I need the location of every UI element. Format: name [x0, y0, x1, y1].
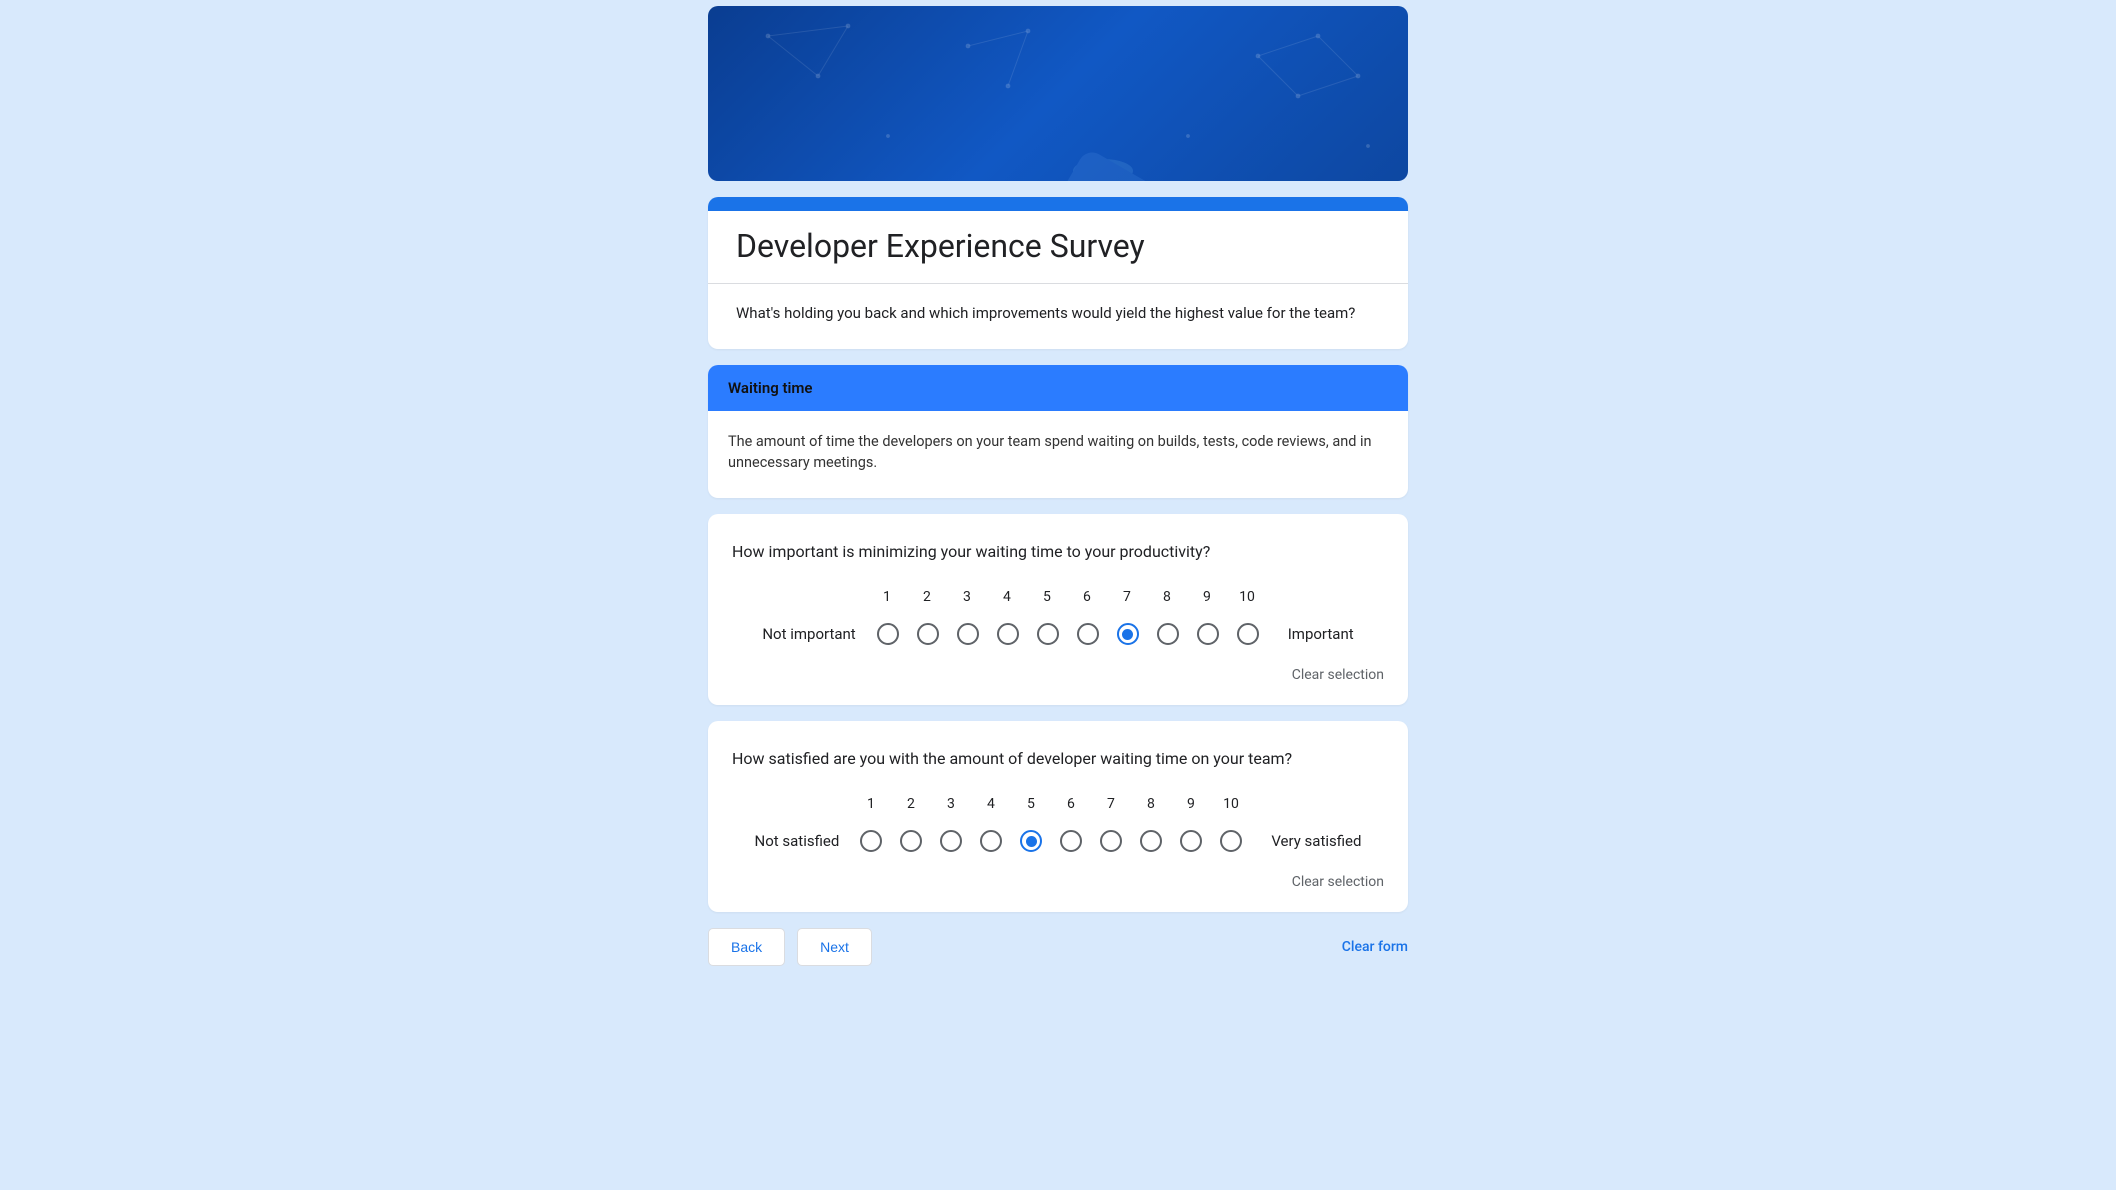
scale-num-3: 3 — [947, 589, 987, 605]
scale-num-8: 8 — [1147, 589, 1187, 605]
radio-q1-9[interactable] — [1197, 623, 1219, 645]
question-title: How important is minimizing your waiting… — [732, 542, 1384, 561]
scale-num-4: 4 — [971, 796, 1011, 812]
scale-number-labels: 1 2 3 4 5 6 7 8 9 10 — [762, 589, 1353, 605]
title-card-accent — [708, 197, 1408, 211]
radio-q1-2[interactable] — [917, 623, 939, 645]
footer-row: Back Next Clear form — [708, 928, 1408, 966]
section-title: Waiting time — [728, 379, 1388, 397]
next-button[interactable]: Next — [797, 928, 872, 966]
scale-num-9: 9 — [1187, 589, 1227, 605]
scale-num-6: 6 — [1051, 796, 1091, 812]
scale-left-label: Not satisfied — [755, 832, 840, 850]
radio-q2-6[interactable] — [1060, 830, 1082, 852]
radio-q2-8[interactable] — [1140, 830, 1162, 852]
radio-q1-6[interactable] — [1077, 623, 1099, 645]
radio-q1-4[interactable] — [997, 623, 1019, 645]
question-card-satisfaction: How satisfied are you with the amount of… — [708, 721, 1408, 912]
radio-q2-1[interactable] — [860, 830, 882, 852]
clear-selection-button[interactable]: Clear selection — [1292, 667, 1384, 683]
scale-num-10: 10 — [1211, 796, 1251, 812]
scale-num-9: 9 — [1171, 796, 1211, 812]
scale-num-1: 1 — [867, 589, 907, 605]
title-divider — [708, 283, 1408, 284]
section-description: The amount of time the developers on you… — [728, 431, 1388, 475]
radio-q2-7[interactable] — [1100, 830, 1122, 852]
radio-q2-9[interactable] — [1180, 830, 1202, 852]
clear-selection-button[interactable]: Clear selection — [1292, 874, 1384, 890]
section-header: Waiting time — [708, 365, 1408, 411]
radio-q2-2[interactable] — [900, 830, 922, 852]
radio-q1-5[interactable] — [1037, 623, 1059, 645]
scale-num-5: 5 — [1027, 589, 1067, 605]
scale-right-label: Very satisfied — [1271, 832, 1361, 850]
question-title: How satisfied are you with the amount of… — [732, 749, 1384, 768]
header-banner — [708, 6, 1408, 181]
scale-num-5: 5 — [1011, 796, 1051, 812]
scale-num-10: 10 — [1227, 589, 1267, 605]
radio-q2-10[interactable] — [1220, 830, 1242, 852]
form-subtitle: What's holding you back and which improv… — [736, 302, 1380, 325]
radio-q1-3[interactable] — [957, 623, 979, 645]
radio-q1-8[interactable] — [1157, 623, 1179, 645]
scale-num-8: 8 — [1131, 796, 1171, 812]
radio-q1-10[interactable] — [1237, 623, 1259, 645]
radio-q2-4[interactable] — [980, 830, 1002, 852]
back-button[interactable]: Back — [708, 928, 785, 966]
clear-form-button[interactable]: Clear form — [1342, 939, 1408, 955]
form-title: Developer Experience Survey — [736, 227, 1380, 265]
scale-num-7: 7 — [1107, 589, 1147, 605]
radio-q2-3[interactable] — [940, 830, 962, 852]
radio-q1-1[interactable] — [877, 623, 899, 645]
radio-q2-5[interactable] — [1020, 830, 1042, 852]
radio-q1-7[interactable] — [1117, 623, 1139, 645]
scale-num-7: 7 — [1091, 796, 1131, 812]
scale-num-3: 3 — [931, 796, 971, 812]
scale-num-2: 2 — [907, 589, 947, 605]
scale-num-4: 4 — [987, 589, 1027, 605]
scale-left-label: Not important — [762, 625, 855, 643]
scale-number-labels: 1 2 3 4 5 6 7 8 9 10 — [755, 796, 1362, 812]
question-card-importance: How important is minimizing your waiting… — [708, 514, 1408, 705]
form-container: Developer Experience Survey What's holdi… — [708, 6, 1408, 966]
section-card: Waiting time The amount of time the deve… — [708, 365, 1408, 499]
scale-num-1: 1 — [851, 796, 891, 812]
scale-num-6: 6 — [1067, 589, 1107, 605]
scale-right-label: Important — [1288, 625, 1354, 643]
scale-num-2: 2 — [891, 796, 931, 812]
title-card: Developer Experience Survey What's holdi… — [708, 197, 1408, 349]
